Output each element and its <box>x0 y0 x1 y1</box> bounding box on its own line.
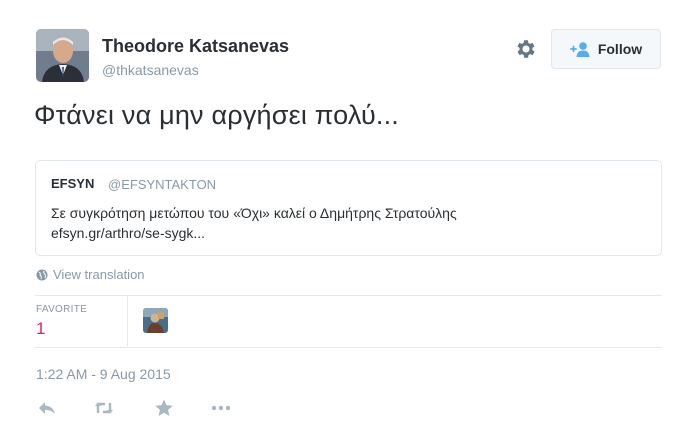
favoriter-avatar[interactable] <box>143 308 168 333</box>
quoted-text: Σε συγκρότηση μετώπου του «Όχι» καλεί ο … <box>51 205 457 221</box>
globe-icon <box>36 269 48 281</box>
quoted-display-name: EFSYN <box>51 176 95 191</box>
stats-divider <box>127 296 128 346</box>
favorite-stat-label[interactable]: FAVORITE <box>36 304 87 315</box>
user-avatar[interactable] <box>36 29 89 82</box>
tweet-timestamp[interactable]: 1:22 AM - 9 Aug 2015 <box>36 366 171 382</box>
favorite-count[interactable]: 1 <box>36 319 45 339</box>
quoted-tweet-card[interactable]: EFSYN @EFSYNTAKTON Σε συγκρότηση μετώπου… <box>35 160 662 256</box>
user-handle[interactable]: @thkatsanevas <box>102 62 199 78</box>
view-translation-label: View translation <box>53 267 145 282</box>
follow-button[interactable]: Follow <box>551 29 661 69</box>
gear-icon[interactable] <box>514 37 540 63</box>
retweet-icon[interactable] <box>93 398 115 418</box>
divider <box>35 295 662 296</box>
divider <box>35 347 662 348</box>
display-name[interactable]: Theodore Katsanevas <box>102 36 289 57</box>
quoted-handle: @EFSYNTAKTON <box>108 177 217 192</box>
follow-label: Follow <box>597 41 643 57</box>
follow-user-icon <box>569 41 592 57</box>
quoted-link[interactable]: efsyn.gr/arthro/se-sygk... <box>51 225 205 241</box>
favorite-star-icon[interactable] <box>153 398 175 418</box>
view-translation-link[interactable]: View translation <box>36 267 145 282</box>
tweet-text: Φτάνει να μην αργήσει πολύ... <box>34 100 400 130</box>
more-icon[interactable] <box>210 398 232 418</box>
reply-icon[interactable] <box>36 398 58 418</box>
